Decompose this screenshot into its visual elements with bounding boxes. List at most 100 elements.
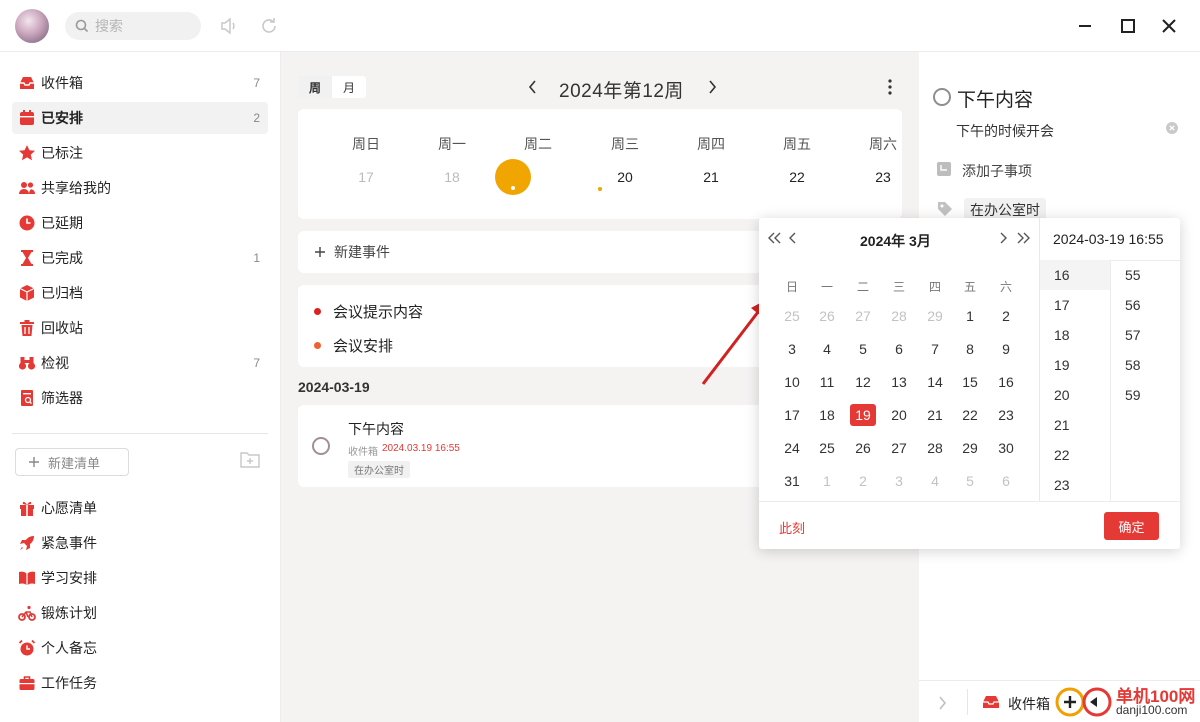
more-menu-icon[interactable] bbox=[885, 78, 895, 96]
event-item[interactable]: 会议安排 bbox=[314, 335, 393, 356]
picker-day[interactable]: 5 bbox=[850, 338, 876, 360]
picker-day[interactable]: 8 bbox=[957, 338, 983, 360]
hour-option[interactable]: 17 bbox=[1054, 297, 1070, 313]
picker-day[interactable]: 22 bbox=[957, 404, 983, 426]
hour-option[interactable]: 16 bbox=[1054, 267, 1070, 283]
sidebar-item-review[interactable]: 检视 7 bbox=[12, 347, 268, 379]
sidebar-list-urgent[interactable]: 紧急事件 bbox=[12, 527, 268, 559]
picker-day[interactable]: 5 bbox=[957, 470, 983, 492]
sidebar-item-inbox[interactable]: 收件箱 7 bbox=[12, 67, 268, 99]
picker-day[interactable]: 27 bbox=[886, 437, 912, 459]
picker-day[interactable]: 1 bbox=[814, 470, 840, 492]
picker-day[interactable]: 1 bbox=[957, 305, 983, 327]
picker-day[interactable]: 26 bbox=[850, 437, 876, 459]
hour-option[interactable]: 20 bbox=[1054, 387, 1070, 403]
sidebar-item-completed[interactable]: 已完成 1 bbox=[12, 242, 268, 274]
minute-option[interactable]: 55 bbox=[1125, 267, 1141, 283]
picker-day[interactable]: 28 bbox=[886, 305, 912, 327]
picker-day[interactable]: 16 bbox=[993, 371, 1019, 393]
picker-day[interactable]: 4 bbox=[814, 338, 840, 360]
picker-day[interactable]: 25 bbox=[814, 437, 840, 459]
sidebar-list-memo[interactable]: 个人备忘 bbox=[12, 632, 268, 664]
prev-week-icon[interactable] bbox=[527, 79, 539, 95]
sidebar-item-trash[interactable]: 回收站 bbox=[12, 312, 268, 344]
picker-day[interactable]: 15 bbox=[957, 371, 983, 393]
avatar[interactable] bbox=[15, 9, 49, 43]
task-checkbox[interactable] bbox=[312, 437, 330, 455]
sidebar-item-filters[interactable]: 筛选器 bbox=[12, 382, 268, 414]
tab-month[interactable]: 月 bbox=[332, 76, 366, 98]
chevron-right-icon[interactable] bbox=[937, 695, 947, 711]
picker-day[interactable]: 6 bbox=[993, 470, 1019, 492]
minute-option[interactable]: 58 bbox=[1125, 357, 1141, 373]
sidebar-list-exercise[interactable]: 锻炼计划 bbox=[12, 597, 268, 629]
hour-option[interactable]: 21 bbox=[1054, 417, 1070, 433]
detail-note[interactable]: 下午的时候开会 bbox=[956, 121, 1054, 141]
confirm-button[interactable]: 确定 bbox=[1104, 512, 1159, 540]
minute-option[interactable]: 57 bbox=[1125, 327, 1141, 343]
speaker-icon[interactable] bbox=[219, 16, 239, 36]
footer-list-name[interactable]: 收件箱 bbox=[1008, 694, 1050, 714]
picker-day[interactable]: 21 bbox=[922, 404, 948, 426]
detail-title[interactable]: 下午内容 bbox=[957, 85, 1033, 112]
picker-day[interactable]: 30 bbox=[993, 437, 1019, 459]
new-folder-icon[interactable] bbox=[239, 450, 261, 470]
picker-day[interactable]: 7 bbox=[922, 338, 948, 360]
minimize-button[interactable] bbox=[1073, 14, 1097, 38]
refresh-icon[interactable] bbox=[259, 16, 279, 36]
add-subtask-button[interactable]: 添加子事项 bbox=[962, 161, 1032, 181]
picker-day[interactable]: 2 bbox=[850, 470, 876, 492]
picker-day[interactable]: 20 bbox=[886, 404, 912, 426]
picker-day[interactable]: 9 bbox=[993, 338, 1019, 360]
next-month-icon[interactable] bbox=[998, 231, 1008, 245]
search-input[interactable]: 搜索 bbox=[65, 12, 201, 40]
minute-option[interactable]: 56 bbox=[1125, 297, 1141, 313]
picker-day[interactable]: 10 bbox=[779, 371, 805, 393]
sidebar-item-scheduled[interactable]: 已安排 2 bbox=[12, 102, 268, 134]
detail-checkbox[interactable] bbox=[933, 88, 951, 106]
new-list-button[interactable]: 新建清单 bbox=[15, 448, 129, 476]
sidebar-item-archived[interactable]: 已归档 bbox=[12, 277, 268, 309]
picker-day[interactable]: 29 bbox=[922, 305, 948, 327]
maximize-button[interactable] bbox=[1116, 14, 1140, 38]
next-week-icon[interactable] bbox=[706, 79, 718, 95]
picker-day[interactable]: 25 bbox=[779, 305, 805, 327]
picker-day[interactable]: 17 bbox=[779, 404, 805, 426]
prev-year-icon[interactable] bbox=[767, 231, 783, 245]
picker-day[interactable]: 18 bbox=[814, 404, 840, 426]
picker-day[interactable]: 31 bbox=[779, 470, 805, 492]
hour-option[interactable]: 19 bbox=[1054, 357, 1070, 373]
picker-day[interactable]: 12 bbox=[850, 371, 876, 393]
sidebar-list-study[interactable]: 学习安排 bbox=[12, 562, 268, 594]
sidebar-list-wishlist[interactable]: 心愿清单 bbox=[12, 492, 268, 524]
prev-month-icon[interactable] bbox=[788, 231, 798, 245]
hour-option[interactable]: 23 bbox=[1054, 477, 1070, 493]
picker-day[interactable]: 26 bbox=[814, 305, 840, 327]
next-year-icon[interactable] bbox=[1015, 231, 1031, 245]
picker-day[interactable]: 23 bbox=[993, 404, 1019, 426]
picker-day[interactable]: 27 bbox=[850, 305, 876, 327]
sidebar-item-shared[interactable]: 共享给我的 bbox=[12, 172, 268, 204]
event-item[interactable]: 会议提示内容 bbox=[314, 301, 423, 322]
picker-day[interactable]: 4 bbox=[922, 470, 948, 492]
hour-option[interactable]: 22 bbox=[1054, 447, 1070, 463]
tab-week[interactable]: 周 bbox=[298, 76, 332, 98]
picker-day[interactable]: 11 bbox=[814, 371, 840, 393]
picker-day-selected[interactable]: 19 bbox=[850, 404, 876, 426]
now-button[interactable]: 此刻 bbox=[779, 518, 805, 537]
picker-day[interactable]: 3 bbox=[779, 338, 805, 360]
picker-day[interactable]: 24 bbox=[779, 437, 805, 459]
picker-day[interactable]: 14 bbox=[922, 371, 948, 393]
picker-day[interactable]: 13 bbox=[886, 371, 912, 393]
sidebar-item-postponed[interactable]: 已延期 bbox=[12, 207, 268, 239]
picker-day[interactable]: 6 bbox=[886, 338, 912, 360]
sidebar-item-starred[interactable]: 已标注 bbox=[12, 137, 268, 169]
picker-day[interactable]: 2 bbox=[993, 305, 1019, 327]
minute-option[interactable]: 59 bbox=[1125, 387, 1141, 403]
picker-day[interactable]: 29 bbox=[957, 437, 983, 459]
task-tag[interactable]: 在办公室时 bbox=[348, 461, 410, 478]
picker-day[interactable]: 28 bbox=[922, 437, 948, 459]
close-button[interactable] bbox=[1157, 14, 1181, 38]
clear-icon[interactable] bbox=[1166, 122, 1178, 134]
picker-day[interactable]: 3 bbox=[886, 470, 912, 492]
